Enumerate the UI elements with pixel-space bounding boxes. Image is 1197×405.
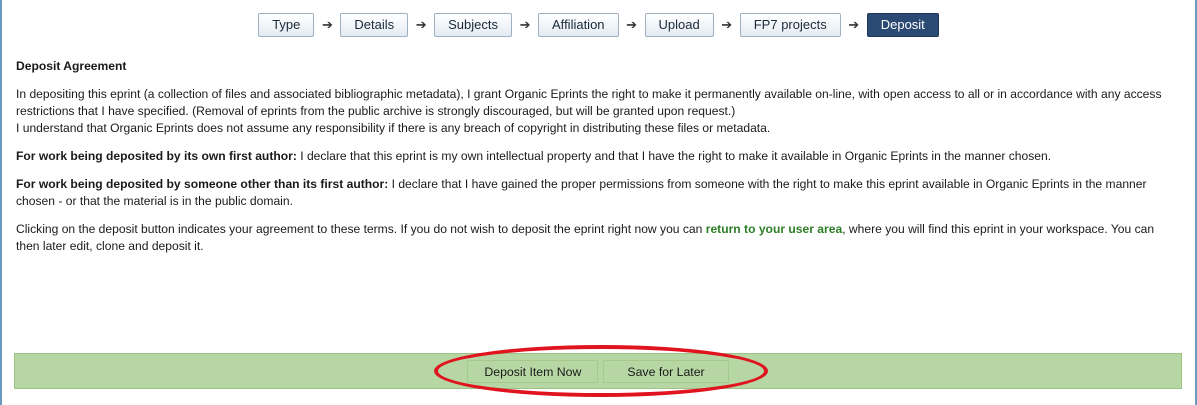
- other-author-label: For work being deposited by someone othe…: [16, 177, 389, 191]
- right-arrow-icon: ➔: [626, 17, 637, 32]
- right-arrow-icon: ➔: [848, 17, 860, 32]
- agreement-paragraph-other-author: For work being deposited by someone othe…: [16, 176, 1166, 210]
- return-to-user-area-link[interactable]: return to your user area: [706, 222, 842, 236]
- workflow-step-details[interactable]: Details: [340, 13, 409, 37]
- right-arrow-icon: ➔: [321, 17, 333, 32]
- agreement-paragraph-license: In depositing this eprint (a collection …: [16, 86, 1166, 137]
- workflow-step-type[interactable]: Type: [258, 13, 315, 37]
- deposit-agreement: Deposit Agreement In depositing this epr…: [16, 58, 1166, 266]
- first-author-text: I declare that this eprint is my own int…: [296, 149, 1052, 163]
- first-author-label: For work being deposited by its own firs…: [16, 149, 297, 163]
- closing-text-before: Clicking on the deposit button indicates…: [16, 222, 706, 236]
- right-arrow-icon: ➔: [519, 17, 531, 32]
- copyright-disclaimer-text: I understand that Organic Eprints does n…: [16, 121, 771, 135]
- agreement-heading: Deposit Agreement: [16, 59, 127, 73]
- license-text: In depositing this eprint (a collection …: [16, 87, 1162, 118]
- save-for-later-button[interactable]: Save for Later: [603, 359, 729, 383]
- agreement-paragraph-closing: Clicking on the deposit button indicates…: [16, 221, 1166, 255]
- deposit-page: Type ➔ Details ➔ Subjects ➔ Affiliation …: [0, 0, 1197, 405]
- right-arrow-icon: ➔: [721, 17, 733, 32]
- right-arrow-icon: ➔: [415, 17, 427, 32]
- deposit-item-now-button[interactable]: Deposit Item Now: [467, 359, 599, 383]
- workflow-step-deposit[interactable]: Deposit: [866, 13, 939, 37]
- workflow-step-subjects[interactable]: Subjects: [434, 13, 513, 37]
- workflow-step-fp7-projects[interactable]: FP7 projects: [739, 13, 841, 37]
- action-button-bar: Deposit Item Now Save for Later: [14, 353, 1182, 389]
- workflow-step-affiliation[interactable]: Affiliation: [538, 13, 619, 37]
- agreement-paragraph-first-author: For work being deposited by its own firs…: [16, 148, 1166, 165]
- workflow-steps: Type ➔ Details ➔ Subjects ➔ Affiliation …: [2, 12, 1195, 38]
- workflow-step-upload[interactable]: Upload: [644, 13, 714, 37]
